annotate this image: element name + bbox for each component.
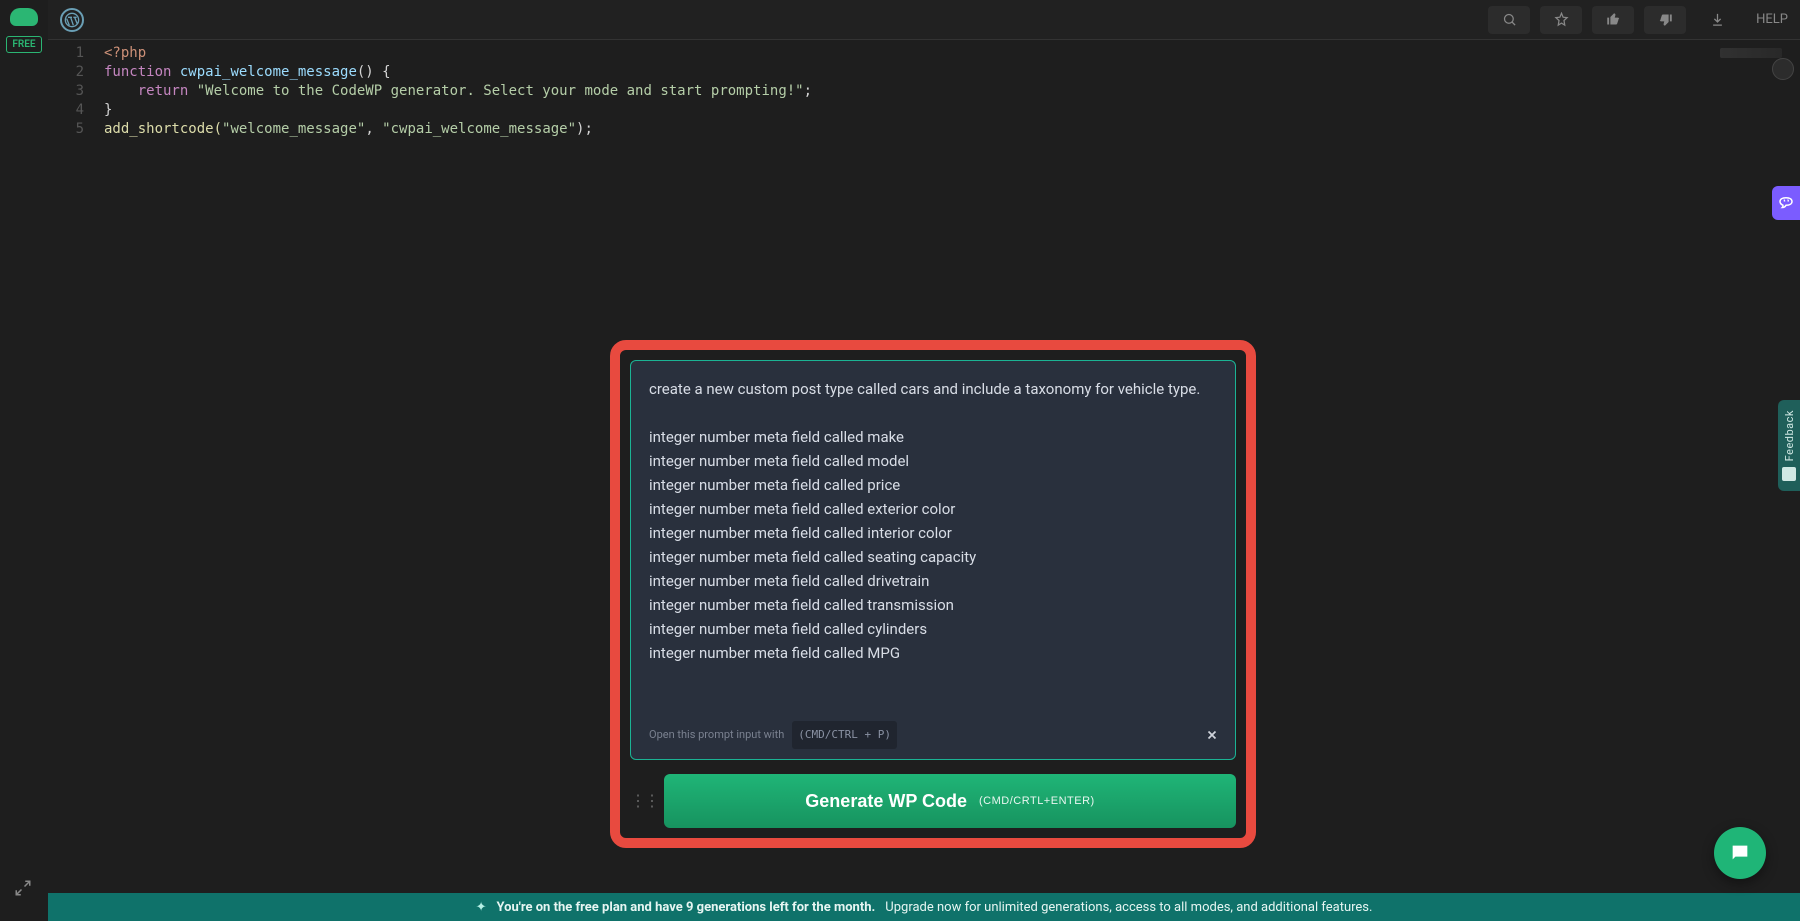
app-logo-icon[interactable] bbox=[10, 8, 38, 26]
feedback-label: Feedback bbox=[1783, 410, 1796, 461]
plan-badge: FREE bbox=[6, 36, 41, 53]
drag-handle-icon[interactable]: ⋮⋮ bbox=[630, 796, 658, 806]
prompt-text: create a new custom post type called car… bbox=[649, 377, 1217, 665]
thumbs-down-button[interactable] bbox=[1644, 6, 1686, 34]
feedback-icon bbox=[1782, 467, 1796, 481]
minimap-icon bbox=[1720, 48, 1782, 58]
banner-bold-text: You're on the free plan and have 9 gener… bbox=[496, 900, 875, 915]
thumbs-up-button[interactable] bbox=[1592, 6, 1634, 34]
expand-icon[interactable] bbox=[14, 879, 32, 901]
sparkle-icon: ✦ bbox=[476, 900, 487, 915]
prompt-footer: Open this prompt input with (CMD/CTRL + … bbox=[649, 721, 1221, 749]
search-button[interactable] bbox=[1488, 6, 1530, 34]
prompt-hint: Open this prompt input with bbox=[649, 723, 784, 747]
prompt-shortcut: (CMD/CTRL + P) bbox=[792, 721, 897, 749]
user-avatar[interactable] bbox=[1772, 58, 1794, 80]
ai-assist-tab[interactable] bbox=[1772, 186, 1800, 220]
chat-fab[interactable] bbox=[1714, 827, 1766, 879]
top-bar: HELP bbox=[48, 0, 1800, 40]
feedback-tab[interactable]: Feedback bbox=[1778, 400, 1800, 491]
download-button[interactable] bbox=[1696, 6, 1738, 34]
generate-button[interactable]: Generate WP Code (CMD/CRTL+ENTER) bbox=[664, 774, 1236, 828]
code-content: <?php function cwpai_welcome_message() {… bbox=[104, 44, 1780, 139]
left-rail: FREE bbox=[0, 0, 48, 921]
favorite-button[interactable] bbox=[1540, 6, 1582, 34]
help-link[interactable]: HELP bbox=[1756, 12, 1788, 27]
close-icon[interactable] bbox=[1203, 726, 1221, 744]
generate-button-label: Generate WP Code bbox=[805, 791, 967, 812]
prompt-highlight-frame: create a new custom post type called car… bbox=[610, 340, 1256, 848]
prompt-input[interactable]: create a new custom post type called car… bbox=[630, 360, 1236, 760]
banner-text: Upgrade now for unlimited generations, a… bbox=[885, 900, 1372, 915]
generate-button-shortcut: (CMD/CRTL+ENTER) bbox=[979, 795, 1095, 807]
line-gutter: 1 2 3 4 5 bbox=[48, 44, 98, 139]
wordpress-icon[interactable] bbox=[60, 8, 84, 32]
upgrade-banner[interactable]: ✦ You're on the free plan and have 9 gen… bbox=[48, 893, 1800, 921]
